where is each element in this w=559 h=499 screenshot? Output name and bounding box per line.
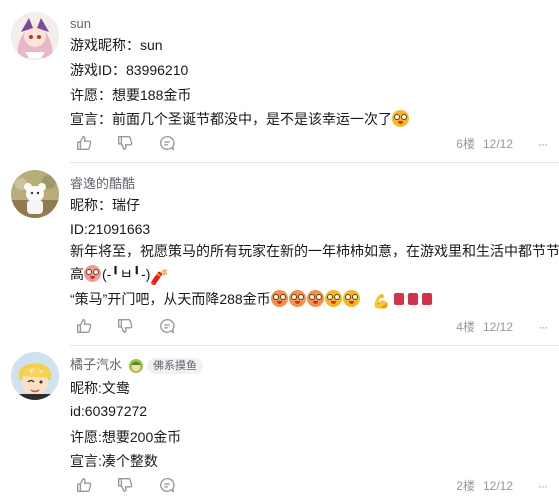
comment-date: 12/12 xyxy=(482,137,513,151)
red-envelope-emoji-icon xyxy=(422,293,433,305)
reply-icon[interactable] xyxy=(158,476,178,496)
flexed-arm-emoji-icon: 💪 xyxy=(372,293,391,309)
thumb-up-icon[interactable] xyxy=(75,476,95,496)
surprised-emoji-icon xyxy=(324,290,342,307)
surprised-emoji-icon xyxy=(306,290,324,307)
surprised-emoji-icon xyxy=(288,290,306,307)
more-options-icon[interactable]: ··· xyxy=(538,317,548,337)
more-options-icon[interactable]: ··· xyxy=(538,134,548,154)
comment-line: 昵称：瑞仔 xyxy=(70,197,140,213)
comment-meta: 2楼 12/12 xyxy=(456,476,513,496)
thumb-up-icon[interactable] xyxy=(75,317,95,337)
comment-line: 新年将至，祝愿策马的所有玩家在新的一年柿柿如意，在游戏里和生活中都节节升 xyxy=(70,243,559,259)
more-options-icon[interactable]: ··· xyxy=(538,476,548,496)
comment-text: 宣言：前面几个圣诞节都没中，是不是该幸运一次了 xyxy=(70,111,392,127)
comment-line: 游戏ID：83996210 xyxy=(70,62,189,78)
floor-number: 6楼 xyxy=(456,137,475,151)
comment-line: 游戏昵称：sun xyxy=(70,37,163,53)
comment-line: 许愿:想要200金币 xyxy=(70,429,182,445)
comment-text: 高 xyxy=(70,266,84,282)
divider xyxy=(70,345,559,346)
username[interactable]: 橘子汽水 xyxy=(70,357,122,373)
thumb-down-icon[interactable] xyxy=(116,476,136,496)
username[interactable]: sun xyxy=(70,16,91,32)
avatar-image xyxy=(11,170,59,218)
comment-meta: 4楼 12/12 xyxy=(456,317,513,337)
avatar-image xyxy=(11,12,59,60)
comment-meta: 6楼 12/12 xyxy=(456,134,513,154)
fan-badge: 佛系摸鱼 xyxy=(128,357,203,374)
comment-line: 许愿：想要188金币 xyxy=(70,87,192,103)
fan-tag: 佛系摸鱼 xyxy=(147,357,203,374)
comment-date: 12/12 xyxy=(482,320,513,334)
red-envelope-emoji-icon xyxy=(394,293,405,305)
comment-text: “策马”开门吧，从天而降288金币 xyxy=(70,291,271,307)
blushing-emoji-icon xyxy=(84,265,101,282)
username[interactable]: 睿逸的酷酷 xyxy=(70,176,135,192)
floor-number: 4楼 xyxy=(456,320,475,334)
comment-line: 昵称:文鸯 xyxy=(70,380,130,396)
comment-line: 宣言：前面几个圣诞节都没中，是不是该幸运一次了 xyxy=(70,108,410,130)
comment-line: 宣言:凑个整数 xyxy=(70,453,158,469)
avatar[interactable] xyxy=(11,12,59,60)
comment-line: id:60397272 xyxy=(70,403,148,419)
thumb-down-icon[interactable] xyxy=(116,317,136,337)
floor-number: 2楼 xyxy=(456,479,475,493)
avatar[interactable] xyxy=(11,352,59,400)
avatar-image xyxy=(11,352,59,400)
firecracker-emoji-icon: 🧨 xyxy=(150,269,170,286)
surprised-emoji-icon xyxy=(270,290,288,307)
comment-line: 高 (-╹ㅂ╹-)🧨 xyxy=(70,263,169,285)
thumb-up-icon[interactable] xyxy=(75,134,95,154)
comment-date: 12/12 xyxy=(482,479,513,493)
surprised-emoji-icon xyxy=(342,290,360,307)
comment-line: ID:21091663 xyxy=(70,221,151,237)
kaomoji-text: (-╹ㅂ╹-) xyxy=(102,266,151,282)
avatar[interactable] xyxy=(11,170,59,218)
reply-icon[interactable] xyxy=(158,134,178,154)
surprised-emoji-icon xyxy=(392,110,409,127)
medal-icon xyxy=(129,358,143,373)
red-envelope-emoji-icon xyxy=(408,293,419,305)
divider xyxy=(70,162,559,163)
thumb-down-icon[interactable] xyxy=(116,134,136,154)
comment-line: “策马”开门吧，从天而降288金币 💪 xyxy=(70,288,433,312)
reply-icon[interactable] xyxy=(158,317,178,337)
